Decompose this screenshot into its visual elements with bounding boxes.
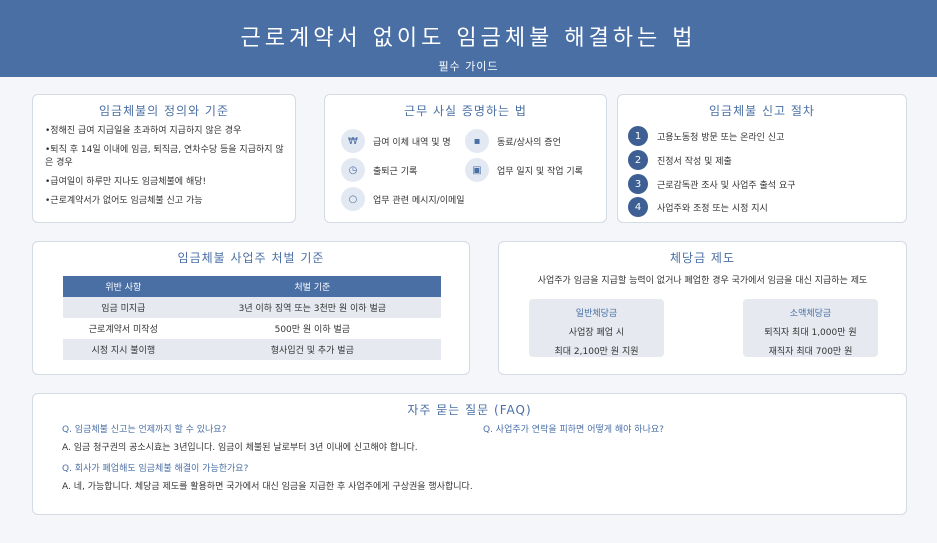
- table-cell: 임금 미지급: [63, 297, 184, 318]
- step-number: 3: [628, 174, 648, 194]
- box-title: 일반체당금: [575, 309, 618, 319]
- report-step: 4 사업주와 조정 또는 시정 지시: [628, 197, 768, 217]
- table-row: 임금 미지급 3년 이하 징역 또는 3천만 원 이하 벌금: [63, 297, 441, 318]
- table-header-row: 위반 사항 처벌 기준: [63, 276, 441, 297]
- document-icon: ▣: [465, 158, 489, 182]
- box-line: 퇴직자 최대 1,000만 원: [764, 328, 857, 338]
- faq-answer: A. 네, 가능합니다. 체당금 제도를 활용하면 국가에서 대신 임금을 지급…: [62, 482, 473, 492]
- box-line: 재직자 최대 700만 원: [768, 347, 853, 357]
- page-title: 근로계약서 없이도 임금체불 해결하는 법: [240, 26, 697, 51]
- evidence-item: ₩ 급여 이체 내역 및 명: [341, 129, 451, 153]
- faq-title: 자주 묻는 질문 (FAQ): [407, 403, 532, 417]
- column-header: 처벌 기준: [183, 276, 441, 297]
- report-title: 임금체불 신고 절차: [709, 104, 815, 118]
- evidence-item: ○ 업무 관련 메시지/이메일: [341, 187, 465, 211]
- substitute-title: 체당금 제도: [669, 251, 735, 265]
- box-line: 사업장 폐업 시: [568, 328, 625, 338]
- step-label: 진정서 작성 및 제출: [657, 156, 732, 167]
- faq-question: Q. 회사가 폐업해도 임금체불 해결이 가능한가요?: [62, 464, 249, 474]
- definition-list: •정해진 급여 지급일을 초과하여 지급하지 않은 경우 •퇴직 후 14일 이…: [33, 119, 295, 208]
- faq-question: Q. 사업주가 연락을 피하면 어떻게 해야 하나요?: [483, 425, 664, 435]
- evidence-card: 근무 사실 증명하는 법 ₩ 급여 이체 내역 및 명 ▪ 동료/상사의 증언 …: [324, 94, 607, 223]
- step-number: 2: [628, 150, 648, 170]
- step-label: 고용노동청 방문 또는 온라인 신고: [657, 132, 785, 143]
- definition-card: 임금체불의 정의와 기준 •정해진 급여 지급일을 초과하여 지급하지 않은 경…: [32, 94, 296, 223]
- evidence-label: 동료/상사의 증언: [497, 137, 561, 148]
- list-item: •정해진 급여 지급일을 초과하여 지급하지 않은 경우: [45, 126, 242, 136]
- page-subtitle: 필수 가이드: [438, 60, 499, 73]
- box-title: 소액체당금: [789, 309, 832, 319]
- faq-card: 자주 묻는 질문 (FAQ) Q. 임금체불 신고는 언제까지 할 수 있나요?…: [32, 393, 907, 515]
- report-step: 3 근로감독관 조사 및 사업주 출석 요구: [628, 174, 796, 194]
- column-header: 위반 사항: [63, 276, 184, 297]
- small-substitute-box: 소액체당금 퇴직자 최대 1,000만 원 재직자 최대 700만 원: [743, 299, 878, 357]
- faq-item: Q. 회사가 폐업해도 임금체불 해결이 가능한가요? A. 네, 가능합니다.…: [62, 461, 473, 492]
- step-number: 4: [628, 197, 648, 217]
- faq-item: Q. 임금체불 신고는 언제까지 할 수 있나요? A. 임금 청구권의 공소시…: [62, 422, 418, 453]
- faq-answer: A. 임금 청구권의 공소시효는 3년입니다. 임금이 체불된 날로부터 3년 …: [62, 443, 418, 453]
- evidence-label: 업무 일지 및 작업 기록: [497, 166, 583, 177]
- evidence-item: ▣ 업무 일지 및 작업 기록: [465, 158, 583, 182]
- substitute-description: 사업주가 임금을 지급할 능력이 없거나 폐업한 경우 국가에서 임금을 대신 …: [537, 276, 868, 286]
- evidence-label: 출퇴근 기록: [373, 166, 418, 177]
- substitute-card: 체당금 제도 사업주가 임금을 지급할 능력이 없거나 폐업한 경우 국가에서 …: [498, 241, 907, 375]
- table-cell: 3년 이하 징역 또는 3천만 원 이하 벌금: [183, 297, 441, 318]
- evidence-label: 업무 관련 메시지/이메일: [373, 195, 465, 206]
- step-label: 근로감독관 조사 및 사업주 출석 요구: [657, 180, 796, 191]
- list-item: •근로계약서가 없어도 임금체불 신고 가능: [45, 196, 203, 206]
- report-card: 임금체불 신고 절차 1 고용노동청 방문 또는 온라인 신고 2 진정서 작성…: [617, 94, 907, 223]
- step-label: 사업주와 조정 또는 시정 지시: [657, 203, 768, 214]
- people-icon: ▪: [465, 129, 489, 153]
- general-substitute-box: 일반체당금 사업장 폐업 시 최대 2,100만 원 지원: [529, 299, 664, 357]
- evidence-item: ▪ 동료/상사의 증언: [465, 129, 561, 153]
- table-cell: 근로계약서 미작성: [88, 325, 158, 335]
- chat-icon: ○: [341, 187, 365, 211]
- clock-icon: ◷: [341, 158, 365, 182]
- table-cell: 시정 지시 불이행: [63, 339, 184, 360]
- evidence-title: 근무 사실 증명하는 법: [404, 104, 527, 118]
- faq-item: Q. 사업주가 연락을 피하면 어떻게 해야 하나요?: [483, 422, 664, 440]
- list-item: •급여일이 하루만 지나도 임금체불에 해당!: [45, 177, 207, 187]
- page-header: 근로계약서 없이도 임금체불 해결하는 법 필수 가이드: [0, 0, 937, 77]
- table-row: 시정 지시 불이행 형사입건 및 추가 벌금: [63, 339, 441, 360]
- penalty-table: 위반 사항 처벌 기준 임금 미지급 3년 이하 징역 또는 3천만 원 이하 …: [63, 276, 441, 360]
- report-step: 1 고용노동청 방문 또는 온라인 신고: [628, 126, 784, 146]
- evidence-label: 급여 이체 내역 및 명: [373, 137, 451, 148]
- list-item: •퇴직 후 14일 이내에 임금, 퇴직금, 연차수당 등을 지급하지 않은 경…: [45, 145, 284, 168]
- table-row: 근로계약서 미작성 500만 원 이하 벌금: [63, 318, 441, 339]
- report-step: 2 진정서 작성 및 제출: [628, 150, 732, 170]
- definition-title: 임금체불의 정의와 기준: [98, 104, 230, 118]
- penalty-title: 임금체불 사업주 처벌 기준: [177, 251, 325, 265]
- evidence-item: ◷ 출퇴근 기록: [341, 158, 417, 182]
- won-icon: ₩: [341, 129, 365, 153]
- penalty-card: 임금체불 사업주 처벌 기준 위반 사항 처벌 기준 임금 미지급 3년 이하 …: [32, 241, 470, 375]
- box-line: 최대 2,100만 원 지원: [554, 347, 639, 357]
- step-number: 1: [628, 126, 648, 146]
- table-cell: 형사입건 및 추가 벌금: [183, 339, 441, 360]
- table-cell: 500만 원 이하 벌금: [274, 325, 351, 335]
- faq-question: Q. 임금체불 신고는 언제까지 할 수 있나요?: [62, 425, 227, 435]
